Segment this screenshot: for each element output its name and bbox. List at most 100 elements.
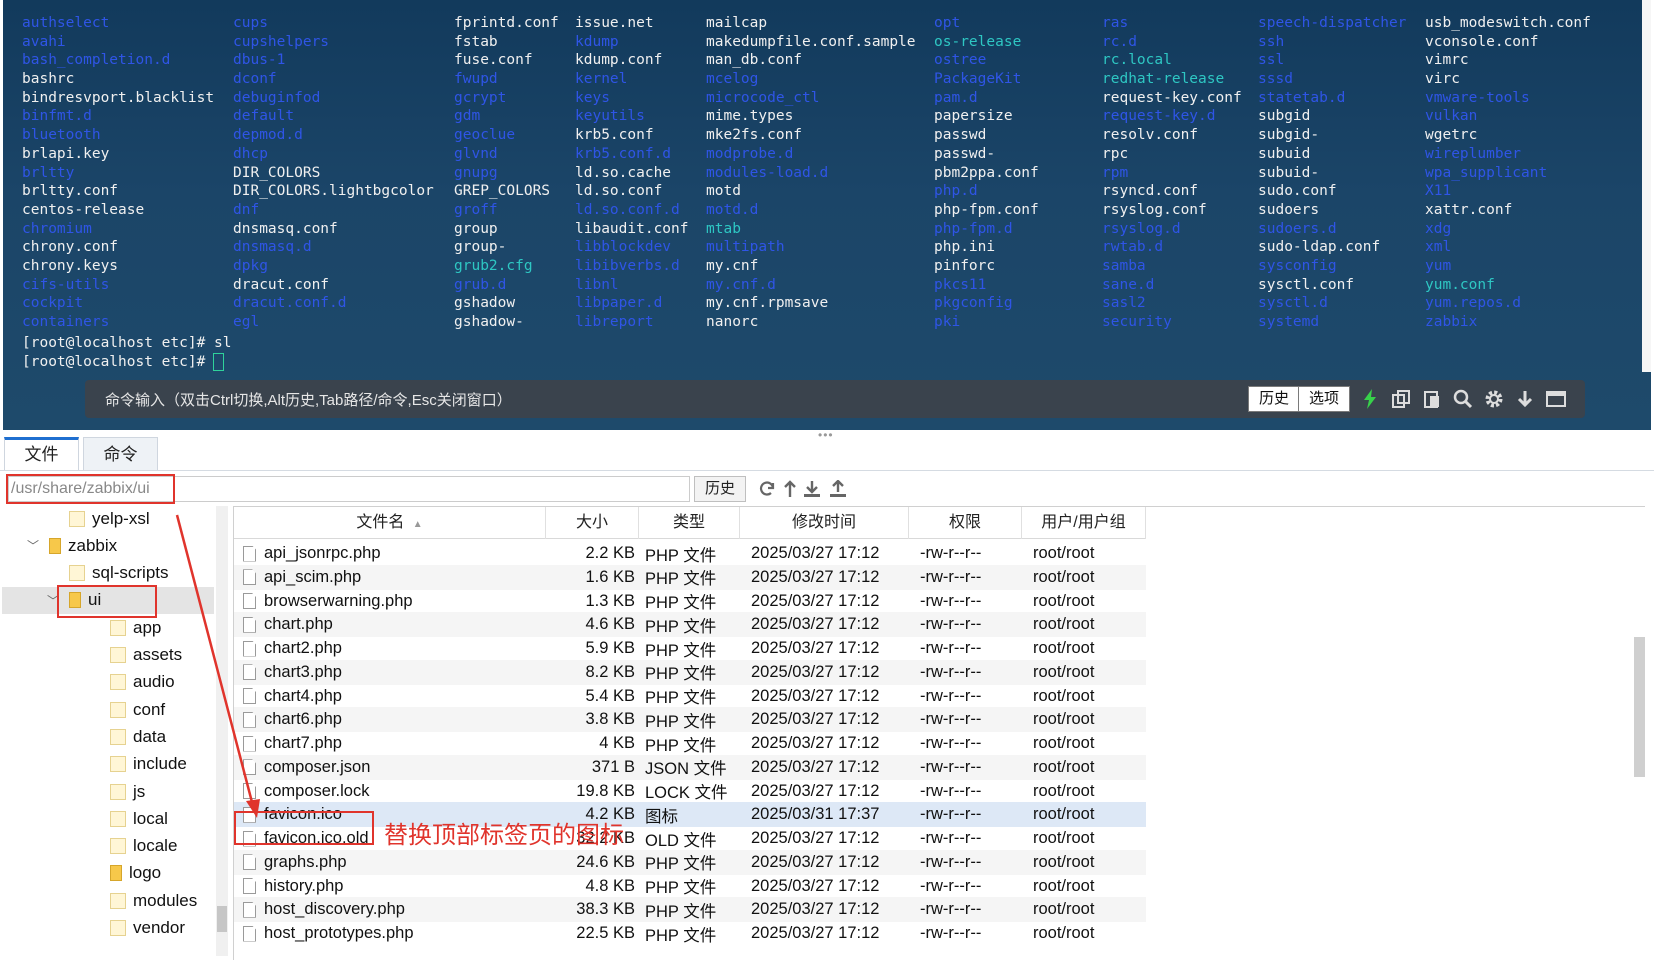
terminal-entry: resolv.conf xyxy=(1102,127,1199,144)
terminal-prompt-line[interactable]: [root@localhost etc]# xyxy=(22,353,225,372)
file-row[interactable]: chart4.php 5.4 KB PHP 文件 2025/03/27 17:12 -r… xyxy=(234,684,1146,709)
download-icon[interactable] xyxy=(801,478,823,500)
refresh-icon[interactable] xyxy=(756,478,778,500)
tree-item-audio[interactable]: audio xyxy=(2,669,214,696)
terminal-entry: libpaper.d xyxy=(575,295,663,312)
terminal-scrollbar[interactable] xyxy=(1642,0,1651,372)
terminal-entry: dbus-1 xyxy=(233,52,286,69)
column-header-permissions[interactable]: 权限 xyxy=(909,507,1022,539)
file-row[interactable]: chart6.php 3.8 KB PHP 文件 2025/03/27 17:12 -r… xyxy=(234,707,1146,733)
path-highlight-box xyxy=(6,474,175,504)
chevron-down-icon[interactable]: ﹀ xyxy=(27,537,41,554)
path-bar: 历史 xyxy=(0,473,1654,505)
window-icon[interactable] xyxy=(1545,388,1567,410)
path-history-button[interactable]: 历史 xyxy=(694,476,746,502)
file-row[interactable]: history.php 4.8 KB PHP 文件 2025/03/27 17:12 -… xyxy=(234,874,1146,899)
up-arrow-icon[interactable] xyxy=(779,478,801,500)
file-row[interactable]: chart3.php 8.2 KB PHP 文件 2025/03/27 17:12 -r… xyxy=(234,659,1146,685)
file-owner-cell: root/root xyxy=(1033,924,1095,942)
file-type-cell: PHP 文件 xyxy=(645,712,717,731)
paste-icon[interactable] xyxy=(1421,388,1443,410)
tree-item-data[interactable]: data xyxy=(2,723,214,750)
file-row[interactable]: composer.json 371 B JSON 文件 2025/03/27 17:1… xyxy=(234,754,1146,780)
directory-tree[interactable]: yelp-xsl ﹀ zabbix sql-scripts ﹀ ui app assets au… xyxy=(2,506,228,960)
tree-scrollbar[interactable] xyxy=(216,506,228,956)
tree-item-vendor[interactable]: vendor xyxy=(2,915,214,942)
tree-item-locale[interactable]: locale xyxy=(2,833,214,860)
tab-files[interactable]: 文件 xyxy=(4,437,79,471)
file-icon xyxy=(243,901,256,918)
column-header-owner[interactable]: 用户/用户组 xyxy=(1022,507,1146,539)
file-row[interactable]: api_jsonrpc.php 2.2 KB PHP 文件 2025/03/27 17… xyxy=(234,541,1146,566)
command-input-bar[interactable]: 命令输入（双击Ctrl切换,Alt历史,Tab路径/命令,Esc关闭窗口） 历史… xyxy=(85,380,1585,418)
terminal-entry: grub.d xyxy=(454,276,507,293)
tree-item-sql-scripts[interactable]: sql-scripts xyxy=(2,560,214,587)
lightning-icon[interactable] xyxy=(1359,388,1381,410)
file-list-scrollbar[interactable] xyxy=(1634,637,1645,777)
copy-icon[interactable] xyxy=(1390,388,1412,410)
file-owner-cell: root/root xyxy=(1033,781,1095,800)
command-history-button[interactable]: 历史 xyxy=(1247,386,1300,412)
file-size-cell: 38.3 KB xyxy=(576,900,635,919)
tree-item-logo[interactable]: logo xyxy=(2,860,214,887)
terminal-entry: brltty.conf xyxy=(22,183,119,200)
terminal-entry: DIR_COLORS.lightbgcolor xyxy=(233,183,434,200)
tree-item-local[interactable]: local xyxy=(2,805,214,832)
tree-item-zabbix[interactable]: ﹀ zabbix xyxy=(2,532,214,559)
file-type-cell: PHP 文件 xyxy=(645,546,717,565)
terminal-entry: mke2fs.conf xyxy=(706,127,803,144)
tree-item-modules[interactable]: modules xyxy=(2,887,214,914)
terminal-entry: pkgconfig xyxy=(934,295,1013,312)
file-row[interactable]: composer.lock 19.8 KB LOCK 文件 2025/03/27 17… xyxy=(234,779,1146,804)
tree-item-include[interactable]: include xyxy=(2,751,214,778)
file-mtime-cell: 2025/03/27 17:12 xyxy=(751,544,880,562)
tab-commands[interactable]: 命令 xyxy=(83,437,158,471)
file-mtime-cell: 2025/03/27 17:12 xyxy=(751,567,880,586)
terminal-entry: kernel xyxy=(575,71,628,88)
command-options-button[interactable]: 选项 xyxy=(1297,386,1350,412)
tree-item-js[interactable]: js xyxy=(2,778,214,805)
file-type-cell: PHP 文件 xyxy=(645,617,717,636)
file-row[interactable]: host_discovery.php 38.3 KB PHP 文件 2025/03/2… xyxy=(234,897,1146,923)
file-row[interactable]: graphs.php 24.6 KB PHP 文件 2025/03/27 17:12 -… xyxy=(234,849,1146,875)
terminal-entry: samba xyxy=(1102,257,1146,274)
terminal-entry: krb5.conf.d xyxy=(575,145,672,162)
file-name: chart.php xyxy=(264,615,333,634)
terminal-panel[interactable]: authselect avahi bash_completion.d bashrc bi… xyxy=(3,0,1651,430)
file-owner-cell: root/root xyxy=(1033,900,1095,919)
terminal-entry: zabbix xyxy=(1425,314,1478,330)
file-owner-cell: root/root xyxy=(1033,591,1095,610)
command-input-hint[interactable]: 命令输入（双击Ctrl切换,Alt历史,Tab路径/命令,Esc关闭窗口） xyxy=(105,389,512,410)
column-header-mtime[interactable]: 修改时间 xyxy=(740,507,909,539)
terminal-entry: vimrc xyxy=(1425,52,1469,69)
tree-item-conf[interactable]: conf xyxy=(2,696,214,723)
terminal-entry: dnsmasq.conf xyxy=(233,220,338,237)
column-header-name[interactable]: 文件名 ▲ xyxy=(234,507,546,539)
column-header-type[interactable]: 类型 xyxy=(639,507,740,539)
tree-item-label: app xyxy=(133,617,162,637)
tree-item-assets[interactable]: assets xyxy=(2,642,214,669)
tree-item-app[interactable]: app xyxy=(2,614,214,641)
file-row[interactable]: chart2.php 5.9 KB PHP 文件 2025/03/27 17:12 -r… xyxy=(234,636,1146,661)
file-row[interactable]: chart7.php 4 KB PHP 文件 2025/03/27 17:12 -rw-… xyxy=(234,731,1146,756)
terminal-entry: libblockdev xyxy=(575,239,672,256)
file-row[interactable]: browserwarning.php 1.3 KB PHP 文件 2025/03/27… xyxy=(234,589,1146,614)
search-icon[interactable] xyxy=(1452,388,1474,410)
upload-icon[interactable] xyxy=(827,478,849,500)
terminal-entry: ld.so.conf xyxy=(575,183,663,200)
tree-scrollbar-thumb[interactable] xyxy=(217,906,227,932)
column-header-size[interactable]: 大小 xyxy=(546,507,639,539)
file-row[interactable]: chart.php 4.6 KB PHP 文件 2025/03/27 17:12 -rw… xyxy=(234,612,1146,638)
panel-splitter-handle[interactable]: ••• xyxy=(818,428,834,442)
tree-item-label: js xyxy=(133,781,146,801)
file-size-cell: 22.5 KB xyxy=(576,924,635,942)
gear-icon[interactable] xyxy=(1483,388,1505,410)
download-icon[interactable] xyxy=(1514,388,1536,410)
file-list[interactable]: 文件名 ▲ 大小 类型 修改时间 权限 用户/用户组 api_jsonrpc.p… xyxy=(233,506,1645,960)
file-row[interactable]: host_prototypes.php 22.5 KB PHP 文件 2025/03/… xyxy=(234,921,1146,946)
file-row[interactable]: api_scim.php 1.6 KB PHP 文件 2025/03/27 17:12… xyxy=(234,564,1146,590)
terminal-column: cups cupshelpers dbus-1 dconf debuginfod defa… xyxy=(233,14,434,332)
file-name: chart6.php xyxy=(264,710,342,729)
tree-item-yelp-xsl[interactable]: yelp-xsl xyxy=(2,506,214,532)
folder-icon xyxy=(110,674,126,691)
